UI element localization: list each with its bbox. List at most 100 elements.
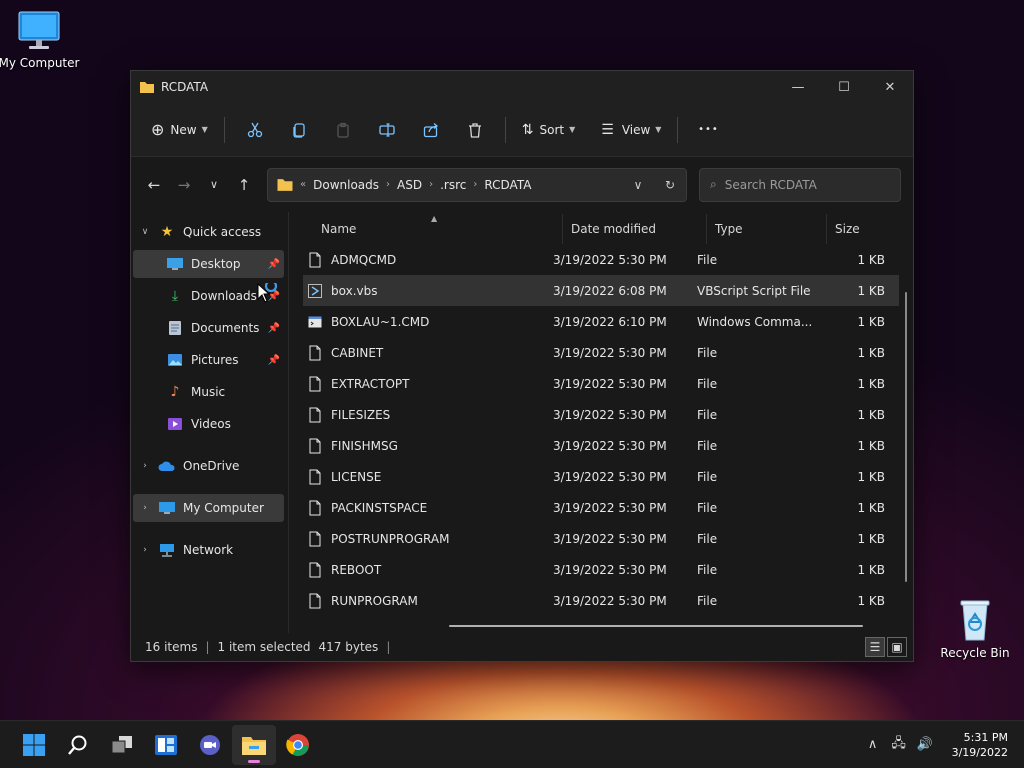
chat-button[interactable] <box>188 725 232 765</box>
file-name: POSTRUNPROGRAM <box>331 531 450 546</box>
overflow-icon[interactable]: « <box>300 179 306 190</box>
table-row[interactable]: PACKINSTSPACE 3/19/2022 5:30 PM File 1 KB <box>303 492 899 523</box>
file-name-cell: POSTRUNPROGRAM <box>303 531 547 547</box>
sidebar-item-music[interactable]: ♪ Music <box>133 378 284 406</box>
new-button[interactable]: ⊕ New ▼ <box>143 113 216 147</box>
sidebar-item-quick-access[interactable]: ∨ ★ Quick access <box>133 218 284 246</box>
pin-icon[interactable]: 📌 <box>268 323 280 334</box>
table-row[interactable]: REBOOT 3/19/2022 5:30 PM File 1 KB <box>303 554 899 585</box>
file-size: 1 KB <box>857 407 885 422</box>
breadcrumb-asd[interactable]: ASD <box>397 178 422 192</box>
rename-button[interactable] <box>365 113 409 147</box>
scissors-icon <box>247 122 262 137</box>
chevron-right-icon[interactable]: › <box>386 179 390 190</box>
file-size: 1 KB <box>857 438 885 453</box>
table-row[interactable]: RUNPROGRAM 3/19/2022 5:30 PM File 1 KB <box>303 585 899 616</box>
search-taskbar-button[interactable] <box>56 725 100 765</box>
start-button[interactable] <box>12 725 56 765</box>
volume-icon[interactable]: 🔊 <box>912 730 938 760</box>
widgets-button[interactable] <box>144 725 188 765</box>
chevron-down-icon[interactable]: ∨ <box>133 227 157 237</box>
chevron-right-icon[interactable]: › <box>473 179 477 190</box>
search-input[interactable] <box>724 177 875 192</box>
view-button[interactable]: ☰ View ▼ <box>593 113 669 147</box>
sort-button[interactable]: ⇅ Sort ▼ <box>514 113 584 147</box>
sidebar-item-videos[interactable]: Videos <box>133 410 284 438</box>
chevron-right-icon[interactable]: › <box>133 545 157 555</box>
chrome-button[interactable] <box>276 725 320 765</box>
cut-button[interactable] <box>233 113 277 147</box>
column-header-size[interactable]: Size <box>827 214 907 244</box>
minimize-button[interactable]: — <box>775 71 821 103</box>
maximize-button[interactable]: ☐ <box>821 71 867 103</box>
task-view-button[interactable] <box>100 725 144 765</box>
breadcrumb-rcdata[interactable]: RCDATA <box>484 178 531 192</box>
file-size: 1 KB <box>857 283 885 298</box>
column-header-type[interactable]: Type <box>707 214 827 244</box>
file-name-cell: FINISHMSG <box>303 438 547 454</box>
horizontal-scrollbar[interactable] <box>449 625 863 627</box>
chevron-right-icon[interactable]: › <box>133 503 157 513</box>
title-bar[interactable]: RCDATA — ☐ ✕ <box>131 71 913 103</box>
table-row[interactable]: LICENSE 3/19/2022 5:30 PM File 1 KB <box>303 461 899 492</box>
column-header-date[interactable]: Date modified <box>563 214 707 244</box>
sidebar-item-label: Quick access <box>183 225 262 239</box>
copy-button[interactable] <box>277 113 321 147</box>
sidebar-item-network[interactable]: › Network <box>133 536 284 564</box>
column-header-name[interactable]: Name <box>289 214 563 244</box>
sort-ascending-icon: ▲ <box>431 214 438 223</box>
delete-button[interactable] <box>453 113 497 147</box>
table-row[interactable]: BOXLAU~1.CMD 3/19/2022 6:10 PM Windows Com… <box>303 306 899 337</box>
sidebar-item-label: Videos <box>191 417 231 431</box>
table-row[interactable]: CABINET 3/19/2022 5:30 PM File 1 KB <box>303 337 899 368</box>
file-size: 1 KB <box>857 345 885 360</box>
back-button[interactable]: ← <box>139 170 169 200</box>
file-explorer-taskbar-button[interactable] <box>232 724 276 765</box>
refresh-button[interactable]: ↻ <box>654 178 686 192</box>
details-view-button[interactable]: ☰ <box>865 637 885 657</box>
breadcrumb-rsrc[interactable]: .rsrc <box>440 178 466 192</box>
table-row[interactable]: FINISHMSG 3/19/2022 5:30 PM File 1 KB <box>303 430 899 461</box>
breadcrumb-downloads[interactable]: Downloads <box>313 178 379 192</box>
forward-button[interactable]: → <box>169 170 199 200</box>
up-button[interactable]: ↑ <box>229 170 259 200</box>
pin-icon[interactable]: 📌 <box>268 259 280 270</box>
address-bar[interactable]: « Downloads › ASD › .rsrc › RCDATA ∨ ↻ <box>267 167 687 202</box>
sidebar-item-documents[interactable]: Documents 📌 <box>133 314 284 342</box>
downloads-icon: ⤓ <box>171 288 179 304</box>
file-name: LICENSE <box>331 469 382 484</box>
folder-icon <box>277 179 293 191</box>
file-name-cell: EXTRACTOPT <box>303 376 547 392</box>
address-history-button[interactable]: ∨ <box>622 178 654 192</box>
desktop-icon-recycle-bin[interactable]: Recycle Bin <box>930 598 1020 660</box>
table-row[interactable]: POSTRUNPROGRAM 3/19/2022 5:30 PM File 1 KB <box>303 523 899 554</box>
table-row[interactable]: ADMQCMD 3/19/2022 5:30 PM File 1 KB <box>303 244 899 275</box>
recent-locations-button[interactable]: ∨ <box>199 170 229 200</box>
show-hidden-icons-button[interactable]: ∧ <box>860 730 886 760</box>
desktop-icon-my-computer[interactable]: My Computer <box>0 10 84 70</box>
search-box[interactable]: ⌕ <box>699 167 901 202</box>
paste-button[interactable] <box>321 113 365 147</box>
sidebar-item-onedrive[interactable]: › OneDrive <box>133 452 284 480</box>
network-status-icon[interactable]: 🖧 <box>886 730 912 760</box>
share-button[interactable] <box>409 113 453 147</box>
desktop-icon-label: Recycle Bin <box>940 646 1010 660</box>
table-row[interactable]: FILESIZES 3/19/2022 5:30 PM File 1 KB <box>303 399 899 430</box>
clock[interactable]: 5:31 PM 3/19/2022 <box>952 730 1008 760</box>
sidebar-item-desktop[interactable]: Desktop 📌 <box>133 250 284 278</box>
pin-icon[interactable]: 📌 <box>268 355 280 366</box>
sidebar-item-label: My Computer <box>183 501 264 515</box>
table-row[interactable]: EXTRACTOPT 3/19/2022 5:30 PM File 1 KB <box>303 368 899 399</box>
sidebar-item-pictures[interactable]: Pictures 📌 <box>133 346 284 374</box>
close-button[interactable]: ✕ <box>867 71 913 103</box>
vertical-scrollbar[interactable] <box>905 292 907 582</box>
table-row[interactable]: box.vbs 3/19/2022 6:08 PM VBScript Script … <box>303 275 899 306</box>
large-icons-view-button[interactable]: ▣ <box>887 637 907 657</box>
chevron-right-icon[interactable]: › <box>429 179 433 190</box>
script-file-icon <box>308 283 322 298</box>
file-icon <box>309 407 321 422</box>
file-name: FILESIZES <box>331 407 391 422</box>
chevron-right-icon[interactable]: › <box>133 461 157 471</box>
more-options-button[interactable]: ••• <box>686 113 730 147</box>
sidebar-item-my-computer[interactable]: › My Computer <box>133 494 284 522</box>
